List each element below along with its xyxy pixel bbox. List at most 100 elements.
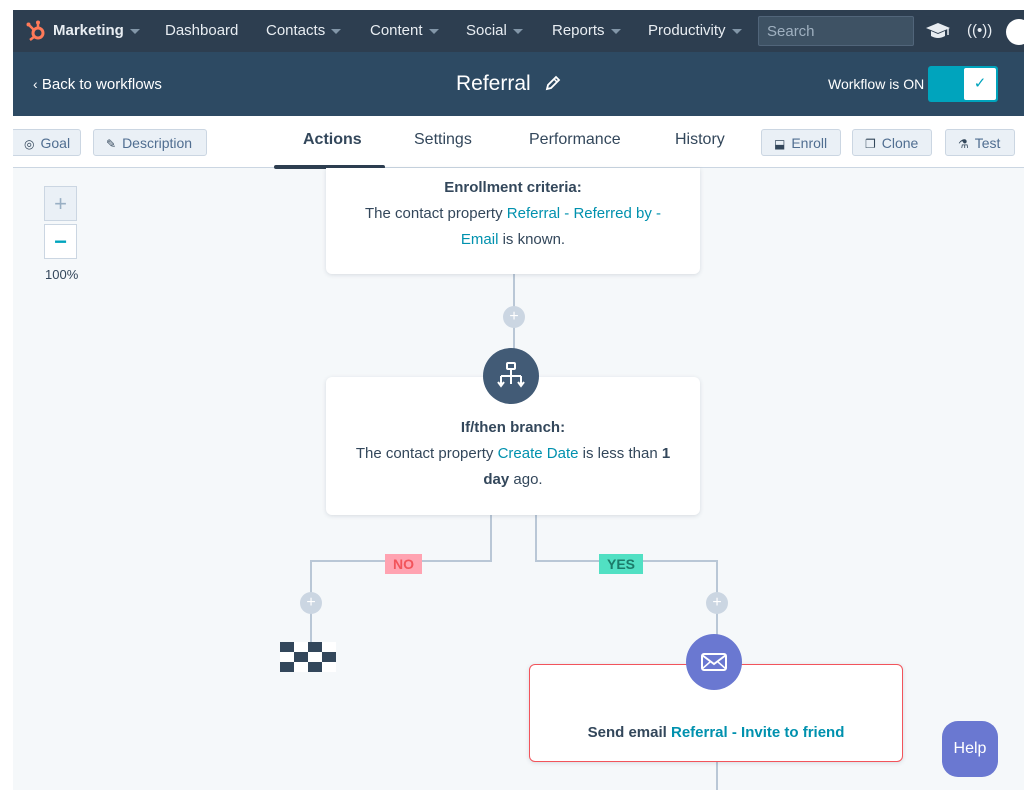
avatar[interactable] [1006,19,1024,45]
nav-contacts-label: Contacts [266,22,326,39]
nav-reports-label: Reports [552,22,605,39]
yes-branch-label: YES [599,554,644,574]
tab-history-label: History [675,131,725,148]
test-button[interactable]: ⚗ Test [945,129,1015,156]
envelope-icon [701,653,727,671]
connector-line [490,515,492,562]
page-title: Referral [456,72,531,95]
zoom-in-glyph: + [54,191,67,216]
enrollment-heading: Enrollment criteria: [444,179,582,196]
broadcast-icon[interactable]: ((•)) [967,20,992,42]
nav-reports[interactable]: Reports [552,10,621,52]
help-button[interactable]: Help [942,721,998,777]
nav-content-label: Content [370,22,423,39]
tab-performance[interactable]: Performance [529,116,621,168]
back-to-workflows-link[interactable]: ‹ Back to workflows [33,52,162,116]
nav-marketing[interactable]: Marketing [53,10,140,52]
help-label: Help [953,740,987,757]
email-name-link[interactable]: Referral - Invite to friend [671,724,844,741]
add-action-button[interactable]: + [503,306,525,328]
enroll-icon: ⬓ [774,137,786,151]
tab-settings-label: Settings [414,131,472,148]
chevron-down-icon [512,28,523,34]
add-action-button-yes[interactable]: + [706,592,728,614]
nav-contacts[interactable]: Contacts [266,10,342,52]
nav-content[interactable]: Content [370,10,439,52]
zoom-in-button[interactable]: + [44,186,77,221]
tab-settings[interactable]: Settings [414,116,472,168]
description-button[interactable]: ✎ Description [93,129,207,156]
nav-dashboard[interactable]: Dashboard [165,10,238,52]
chevron-left-icon: ‹ [33,76,38,92]
plus-glyph: + [509,308,519,325]
enroll-label: Enroll [791,135,828,151]
tab-performance-label: Performance [529,131,621,148]
clone-button[interactable]: ❐ Clone [852,129,932,156]
sprocket-logo-icon[interactable] [25,20,47,42]
workflow-toggle[interactable]: ✓ [928,66,998,102]
search-input[interactable]: Search [758,16,914,46]
chevron-down-icon [731,28,742,34]
chevron-down-icon [129,28,140,34]
app-window: Marketing Dashboard Contacts Content Soc… [13,10,1024,790]
workflow-header: ‹ Back to workflows Referral Workflow is… [13,52,1024,116]
nav-social-label: Social [466,22,507,39]
branch-property-link[interactable]: Create Date [498,445,579,462]
clone-label: Clone [881,135,919,151]
broadcast-glyph: ((•)) [967,22,993,39]
branch-text-mid: is less than [578,445,662,462]
branch-text-post: ago. [509,471,543,488]
nav-social[interactable]: Social [466,10,523,52]
send-email-text: Send email [587,724,671,741]
enrollment-property-link-part1[interactable]: Referral - Referred by - [507,205,661,222]
enroll-button[interactable]: ⬓ Enroll [761,129,841,156]
plus-glyph: + [712,594,722,611]
back-label: Back to workflows [41,76,162,93]
tab-history[interactable]: History [675,116,725,168]
zoom-out-glyph: − [54,229,67,254]
description-label: Description [122,135,193,151]
connector-line [535,515,537,562]
enrollment-text-pre: The contact property [365,205,507,222]
workflow-status-label: Workflow is ON [828,76,925,92]
nav-marketing-label: Marketing [53,22,124,39]
search-placeholder: Search [767,23,815,40]
edit-icon: ✎ [106,137,117,151]
branch-description: The contact property Create Date is less… [326,441,700,493]
tab-bar: ◎ Goal ✎ Description Actions Settings Perf… [13,116,1024,168]
pencil-icon[interactable] [543,73,563,93]
graduation-cap-icon[interactable] [925,22,951,40]
check-icon: ✓ [964,68,996,100]
chevron-down-icon [428,28,439,34]
email-node-icon [686,634,742,690]
tab-actions[interactable]: Actions [303,116,362,168]
branch-heading: If/then branch: [460,419,566,436]
zoom-level: 100% [45,267,79,282]
chevron-down-icon [331,28,342,34]
add-action-button-no[interactable]: + [300,592,322,614]
no-branch-label: NO [385,554,422,574]
nav-dashboard-label: Dashboard [165,22,239,39]
zoom-out-button[interactable]: − [44,224,77,259]
checkered-flag-icon [280,642,336,672]
goal-label: Goal [40,135,71,151]
enrollment-text-post: is known. [498,231,566,248]
branch-value-num: 1 [661,445,671,462]
connector-line [716,762,718,790]
branch-icon [497,362,525,388]
tab-actions-label: Actions [303,131,362,148]
branch-value-unit: day [483,471,510,488]
enrollment-property-link-part2[interactable]: Email [461,231,499,248]
nav-productivity-label: Productivity [648,22,726,39]
plus-glyph: + [306,594,316,611]
enrollment-description: The contact property Referral - Referred… [326,201,700,253]
enrollment-criteria-card[interactable]: Enrollment criteria: The contact propert… [326,168,700,274]
nav-productivity[interactable]: Productivity [648,10,742,52]
flask-icon: ⚗ [958,137,969,151]
clone-icon: ❐ [865,137,876,151]
test-label: Test [974,135,1001,151]
branch-text-pre: The contact property [355,445,498,462]
goal-button[interactable]: ◎ Goal [13,129,81,156]
top-navigation: Marketing Dashboard Contacts Content Soc… [13,10,1024,52]
target-icon: ◎ [24,137,35,151]
